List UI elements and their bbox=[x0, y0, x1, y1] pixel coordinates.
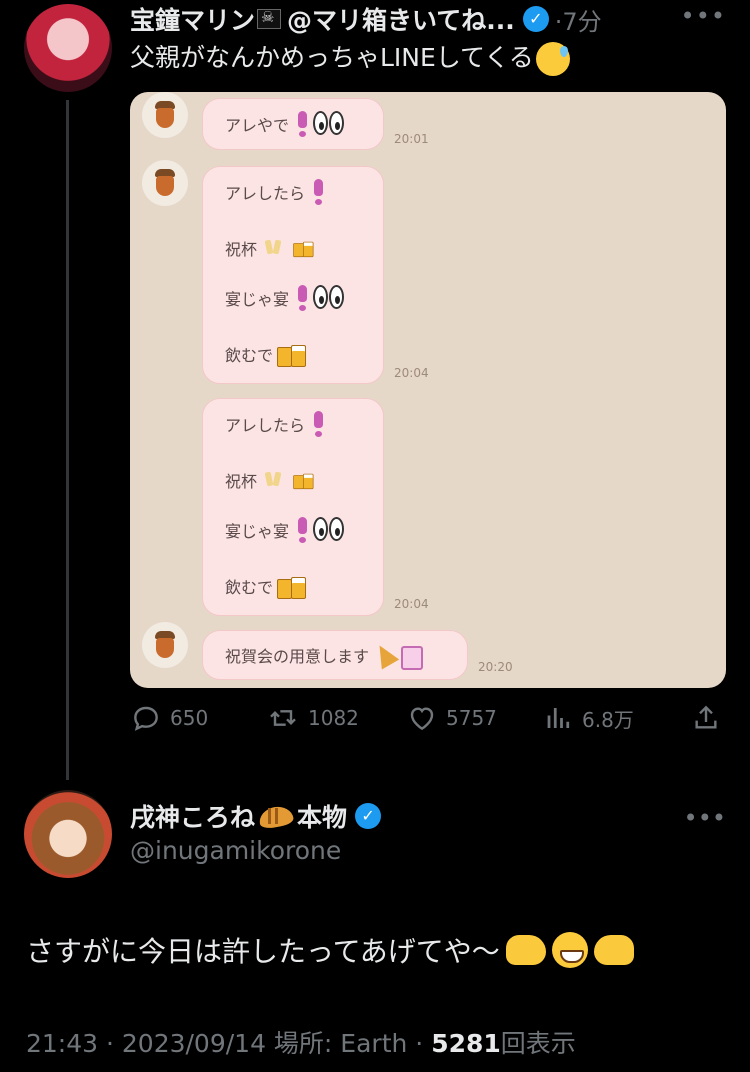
reply-text-content: さすがに今日は許したってあげてや〜 bbox=[26, 935, 500, 968]
tweet-header: 宝鐘マリン @マリ箱きいてね... ✓ ·7分 ••• bbox=[130, 2, 726, 36]
grin-emoji-icon bbox=[551, 932, 588, 968]
party-popper-icon bbox=[373, 642, 424, 670]
beer-icon bbox=[292, 470, 314, 491]
chat-line: 祝杯 bbox=[225, 233, 319, 263]
acorn-avatar-icon bbox=[142, 92, 188, 138]
exclamation-icon bbox=[297, 285, 308, 311]
champagne-icon bbox=[263, 238, 285, 258]
like-button[interactable]: 5757 bbox=[406, 702, 497, 734]
thread-line bbox=[66, 100, 69, 780]
like-count: 5757 bbox=[446, 706, 497, 730]
exclamation-icon bbox=[297, 517, 308, 543]
chat-bubble: アレしたら 祝杯 宴じゃ宴 飲むで bbox=[202, 166, 384, 384]
chat-line: 祝杯 bbox=[225, 465, 319, 495]
reply-header: 戌神ころね 本物 ✓ bbox=[130, 798, 382, 834]
acorn-avatar-icon bbox=[142, 622, 188, 668]
message-time: 20:20 bbox=[478, 660, 513, 674]
display-name[interactable]: 宝鐘マリン bbox=[130, 1, 255, 37]
chat-bubble: アレしたら 祝杯 宴じゃ宴 飲むで bbox=[202, 398, 384, 616]
chat-line: アレしたら bbox=[225, 179, 324, 205]
exclamation-icon bbox=[313, 179, 324, 205]
pointing-hand-icon bbox=[593, 935, 634, 965]
reply-text: さすがに今日は許したってあげてや〜 bbox=[26, 930, 634, 970]
beer-icon bbox=[275, 571, 307, 601]
handle[interactable]: @inugamikorone bbox=[130, 836, 341, 865]
eyes-icon bbox=[313, 111, 345, 137]
tweet-meta: 21:43 · 2023/09/14 場所: Earth · 5281回表示 bbox=[26, 1024, 576, 1060]
retweet-icon bbox=[270, 710, 296, 726]
more-icon[interactable]: ••• bbox=[684, 804, 726, 832]
views-icon bbox=[547, 708, 570, 728]
acorn-avatar-icon bbox=[142, 160, 188, 206]
croissant-icon bbox=[257, 801, 295, 831]
tweet-action-bar: 650 1082 5757 6.8万 bbox=[130, 702, 726, 742]
chat-bubble: アレやで bbox=[202, 98, 384, 150]
views-label: 回表示 bbox=[500, 1029, 576, 1058]
message-time: 20:04 bbox=[394, 366, 429, 380]
verified-badge-icon: ✓ bbox=[355, 803, 382, 829]
attached-image[interactable]: アレやで 20:01 アレしたら 祝杯 宴じゃ宴 飲むで 20:04 アレしたら… bbox=[130, 92, 726, 688]
message-time: 20:04 bbox=[394, 597, 429, 611]
timestamp[interactable]: ·7分 bbox=[555, 2, 602, 37]
pointing-hand-icon bbox=[505, 935, 546, 965]
champagne-icon bbox=[263, 470, 285, 490]
reply-count: 650 bbox=[170, 706, 209, 730]
more-icon[interactable]: ••• bbox=[681, 2, 726, 30]
tweet-text-content: 父親がなんかめっちゃLINEしてくる bbox=[130, 43, 534, 72]
chat-line: 宴じゃ宴 bbox=[225, 285, 345, 311]
display-name[interactable]: 戌神ころね bbox=[130, 798, 255, 834]
exclamation-icon bbox=[297, 111, 308, 137]
reply-button[interactable]: 650 bbox=[130, 702, 208, 734]
chat-bubble: 祝賀会の用意します bbox=[202, 630, 468, 680]
reply-icon bbox=[134, 706, 158, 731]
pirate-flag-icon bbox=[257, 8, 282, 29]
chat-line: 飲むで bbox=[225, 571, 307, 601]
avatar[interactable] bbox=[24, 790, 112, 878]
chat-line: 宴じゃ宴 bbox=[225, 517, 345, 543]
message-time: 20:01 bbox=[394, 132, 429, 146]
tweet-text: 父親がなんかめっちゃLINEしてくる bbox=[130, 38, 570, 76]
eyes-icon bbox=[313, 517, 345, 543]
view-count: 6.8万 bbox=[582, 707, 634, 732]
chat-line: 飲むで bbox=[225, 339, 307, 369]
share-icon bbox=[695, 705, 717, 729]
handle[interactable]: @マリ箱きいてね... bbox=[287, 1, 515, 37]
views-button[interactable]: 6.8万 bbox=[544, 702, 634, 734]
verified-badge-icon: ✓ bbox=[522, 6, 549, 32]
sweat-smile-emoji-icon bbox=[535, 42, 570, 76]
avatar[interactable] bbox=[24, 4, 112, 92]
beer-icon bbox=[275, 339, 307, 369]
chat-line: アレしたら bbox=[225, 411, 324, 437]
like-icon bbox=[410, 707, 434, 731]
chat-line: 祝賀会の用意します bbox=[225, 642, 424, 670]
display-name-suffix[interactable]: 本物 bbox=[297, 798, 347, 834]
exclamation-icon bbox=[313, 411, 324, 437]
retweet-button[interactable]: 1082 bbox=[266, 702, 359, 734]
timestamp-location[interactable]: 21:43 · 2023/09/14 場所: Earth · bbox=[26, 1029, 431, 1058]
views-count: 5281 bbox=[431, 1029, 501, 1058]
share-button[interactable] bbox=[690, 702, 730, 734]
retweet-count: 1082 bbox=[308, 706, 359, 730]
eyes-icon bbox=[313, 285, 345, 311]
chat-line: アレやで bbox=[225, 111, 345, 137]
beer-icon bbox=[292, 238, 314, 259]
